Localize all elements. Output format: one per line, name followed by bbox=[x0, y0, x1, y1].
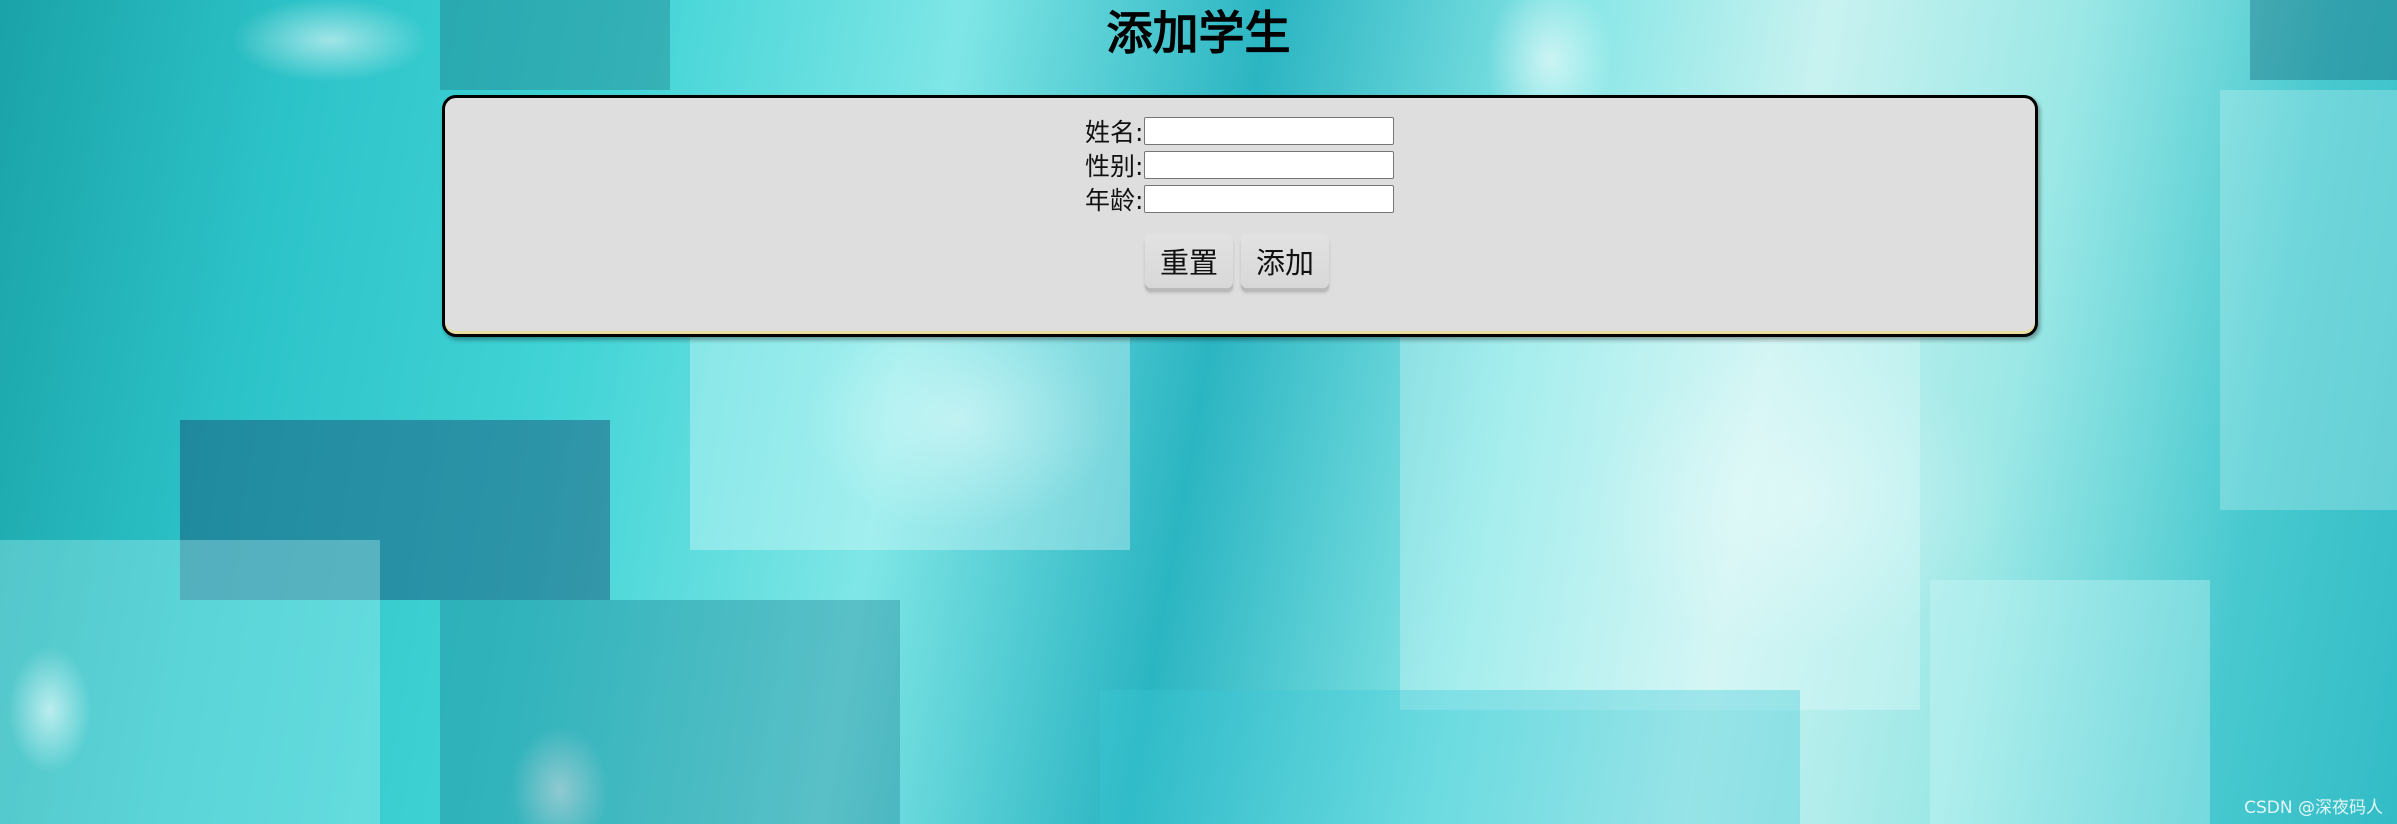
gender-input[interactable] bbox=[1144, 151, 1394, 179]
add-button[interactable]: 添加 bbox=[1241, 234, 1329, 288]
age-row: 年龄: bbox=[1085, 182, 1394, 216]
watermark: CSDN @深夜码人 bbox=[2244, 798, 2383, 818]
age-input[interactable] bbox=[1144, 185, 1394, 213]
page-title: 添加学生 bbox=[1106, 6, 1291, 60]
reset-button[interactable]: 重置 bbox=[1145, 234, 1233, 288]
add-student-form: 姓名: 性别: 年龄: 重置 添加 bbox=[442, 95, 2038, 337]
gender-label: 性别: bbox=[1085, 152, 1144, 181]
gender-row: 性别: bbox=[1085, 148, 1394, 182]
age-label: 年龄: bbox=[1085, 186, 1144, 215]
name-input[interactable] bbox=[1144, 117, 1394, 145]
name-row: 姓名: bbox=[1085, 114, 1394, 148]
name-label: 姓名: bbox=[1085, 118, 1144, 147]
